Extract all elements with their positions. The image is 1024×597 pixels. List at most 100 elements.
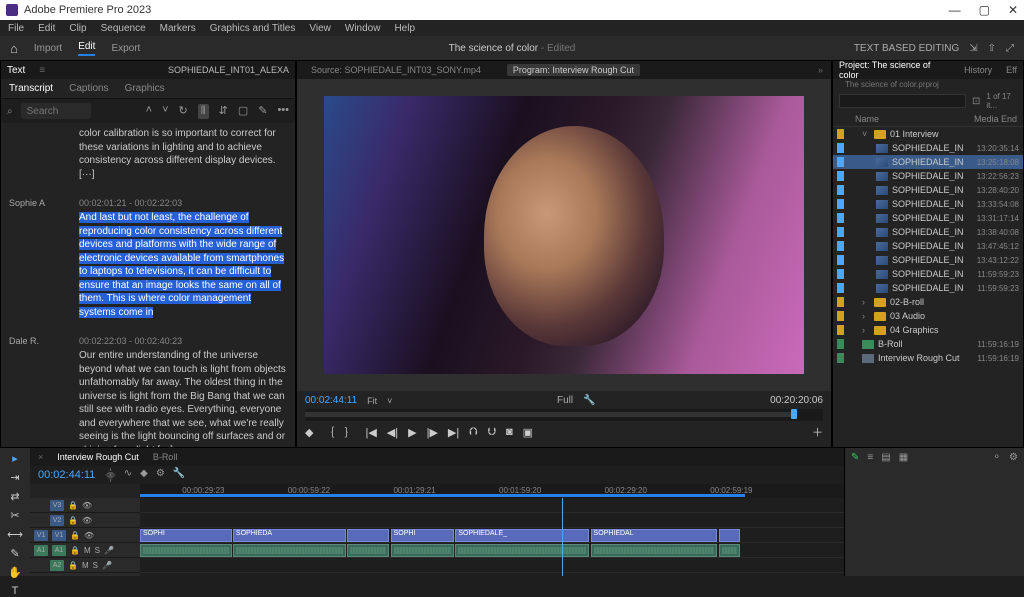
audio-clip[interactable] — [233, 544, 346, 557]
compare-icon[interactable]: ▣ — [523, 426, 533, 439]
subtab-transcript[interactable]: Transcript — [9, 83, 53, 94]
slip-tool-icon[interactable]: ⟷ — [7, 528, 23, 541]
refresh-icon[interactable]: ↻ — [179, 104, 188, 119]
menu-clip[interactable]: Clip — [69, 23, 86, 34]
text-panel-tab[interactable]: Text — [7, 65, 25, 76]
video-clip[interactable] — [719, 529, 740, 542]
transcript-search-input[interactable] — [21, 103, 91, 119]
program-timecode-left[interactable]: 00:02:44:11 — [305, 395, 357, 406]
col-media-end[interactable]: Media End — [974, 114, 1017, 124]
bin-row[interactable]: ˅01 Interview — [833, 127, 1023, 141]
button-editor-icon[interactable]: ＋ — [812, 424, 823, 440]
step-fwd-icon[interactable]: |▶ — [427, 426, 438, 439]
gear-icon[interactable]: ⚙ — [1009, 452, 1018, 463]
workspace-tab-export[interactable]: Export — [111, 43, 140, 54]
col-name[interactable]: Name — [855, 114, 974, 124]
more-icon[interactable]: ••• — [277, 104, 289, 119]
menu-graphics-and-titles[interactable]: Graphics and Titles — [210, 23, 296, 34]
go-in-icon[interactable]: |◀ — [365, 426, 376, 439]
disclosure-icon[interactable]: › — [862, 297, 870, 307]
ripple-tool-icon[interactable]: ⇄ — [10, 490, 19, 503]
pen-tool-icon[interactable]: ✎ — [10, 547, 19, 560]
camera-icon[interactable]: ◙ — [506, 426, 513, 438]
video-clip[interactable] — [347, 529, 389, 542]
bin-row[interactable]: ›04 Graphics — [833, 323, 1023, 337]
transcript-block[interactable]: Sophie A00:02:01:21 - 00:02:22:03And las… — [9, 197, 287, 319]
time-ruler[interactable]: 00:00:29:2300:00:59:2200:01:29:2100:01:5… — [140, 484, 844, 498]
type-tool-icon[interactable]: T — [12, 585, 19, 597]
resolution-full[interactable]: Full — [557, 395, 573, 406]
disclosure-icon[interactable]: ˅ — [862, 129, 870, 139]
program-scrubber[interactable] — [305, 409, 823, 421]
transcript-block[interactable]: Dale R.00:02:22:03 - 00:02:40:23Our enti… — [9, 335, 287, 447]
timeline-tracks[interactable]: SOPHISOPHIEDASOPHISOPHIEDALE_SOPHIEDAL — [140, 498, 844, 576]
pause-speakers-icon[interactable]: ⦀ — [198, 104, 209, 119]
effects-tab[interactable]: Eff — [1006, 65, 1017, 75]
hand-tool-icon[interactable]: ✋ — [8, 566, 22, 579]
marker-in-icon[interactable]: ◆ — [305, 426, 313, 439]
workspace-tab-import[interactable]: Import — [34, 43, 62, 54]
play-icon[interactable]: ▶ — [408, 426, 416, 439]
bin-row[interactable]: ›03 Audio — [833, 309, 1023, 323]
project-search-input[interactable] — [839, 94, 966, 108]
extract-icon[interactable]: ⮋ — [488, 426, 496, 439]
expand-icon[interactable]: ▦ — [899, 452, 908, 463]
source-tab[interactable]: Source: SOPHIEDALE_INT03_SONY.mp4 — [305, 64, 487, 76]
menu-markers[interactable]: Markers — [160, 23, 196, 34]
filter-icon[interactable]: ⊡ — [972, 96, 980, 107]
project-tab[interactable]: Project: The science of color — [839, 60, 950, 80]
fullscreen-icon[interactable]: ⤢ — [1006, 43, 1014, 54]
snap-icon[interactable]: ⸎ — [105, 468, 115, 482]
menu-file[interactable]: File — [8, 23, 24, 34]
home-icon[interactable]: ⌂ — [10, 41, 18, 56]
transcript-text[interactable]: color calibration is so important to cor… — [79, 128, 276, 180]
transcript-block[interactable]: color calibration is so important to cor… — [9, 127, 287, 181]
timeline-playhead[interactable] — [562, 498, 563, 576]
audio-clip[interactable] — [591, 544, 718, 557]
panel-menu-icon[interactable]: ⚬ — [993, 452, 1001, 463]
subtab-graphics[interactable]: Graphics — [125, 83, 165, 94]
wrench-icon[interactable]: 🔧 — [583, 395, 595, 406]
share-icon[interactable]: ⇧ — [988, 43, 996, 54]
menu-window[interactable]: Window — [345, 23, 381, 34]
go-out-icon[interactable]: ▶| — [448, 426, 459, 439]
bin-row[interactable]: SOPHIEDALE_INT03_IP11:59:59:23 — [833, 281, 1023, 295]
bin-row[interactable]: SOPHIEDALE_INT01_IP11:59:59:23 — [833, 267, 1023, 281]
merge-icon[interactable]: ⇵ — [219, 104, 228, 119]
bin-row[interactable]: SOPHIEDALE_INT01_S13:22:56:23 — [833, 169, 1023, 183]
marker-icon[interactable]: ◆ — [140, 468, 148, 482]
bin-row[interactable]: SOPHIEDALE_INT01_A13:20:35:14 — [833, 141, 1023, 155]
nav-down-icon[interactable]: ˅ — [162, 104, 168, 119]
audio-clip[interactable] — [140, 544, 232, 557]
bin-row[interactable]: B-Roll11:59:16:19 — [833, 337, 1023, 351]
video-clip[interactable]: SOPHIEDAL — [591, 529, 718, 542]
bin-row[interactable]: SOPHIEDALE_INT02_S13:31:17:14 — [833, 211, 1023, 225]
program-monitor-video[interactable] — [297, 79, 831, 391]
search-icon[interactable]: ⌕ — [7, 106, 13, 117]
bin-row[interactable]: SOPHIEDALE_INT02_A13:28:40:20 — [833, 183, 1023, 197]
quick-export-icon[interactable]: ⇲ — [969, 43, 977, 54]
wrench-tl-icon[interactable]: 🔧 — [173, 468, 185, 482]
track-head-v1[interactable]: V1V1🔒👁 — [30, 528, 140, 543]
audio-clip[interactable] — [391, 544, 454, 557]
track-head-a2[interactable]: A2🔒MS🎤 — [30, 558, 140, 573]
audio-clip[interactable] — [719, 544, 740, 557]
track-head-v3[interactable]: V3🔒👁 — [30, 498, 140, 513]
cc-icon[interactable]: ▢ — [238, 104, 248, 119]
minimize-button[interactable]: — — [949, 3, 961, 17]
bin-row[interactable]: SOPHIEDALE_INT03_A13:38:40:08 — [833, 225, 1023, 239]
menu-edit[interactable]: Edit — [38, 23, 55, 34]
track-head-v2[interactable]: V2🔒👁 — [30, 513, 140, 528]
zoom-fit[interactable]: Fit — [367, 396, 377, 406]
audio-pen-icon[interactable]: ✎ — [851, 452, 859, 463]
video-clip[interactable]: SOPHI — [140, 529, 232, 542]
video-clip[interactable]: SOPHI — [391, 529, 454, 542]
mixer-icon[interactable]: ≡ — [867, 452, 873, 463]
track-head-a1[interactable]: A1A1🔒MS🎤 — [30, 543, 140, 558]
seq-tab-broll[interactable]: B-Roll — [153, 452, 178, 462]
audio-clip[interactable] — [347, 544, 389, 557]
seq-tab-rough-cut[interactable]: Interview Rough Cut — [57, 452, 139, 462]
track-select-icon[interactable]: ⇥ — [10, 471, 19, 484]
text-based-editing-label[interactable]: TEXT BASED EDITING — [854, 43, 959, 54]
step-back-icon[interactable]: ◀| — [387, 426, 398, 439]
